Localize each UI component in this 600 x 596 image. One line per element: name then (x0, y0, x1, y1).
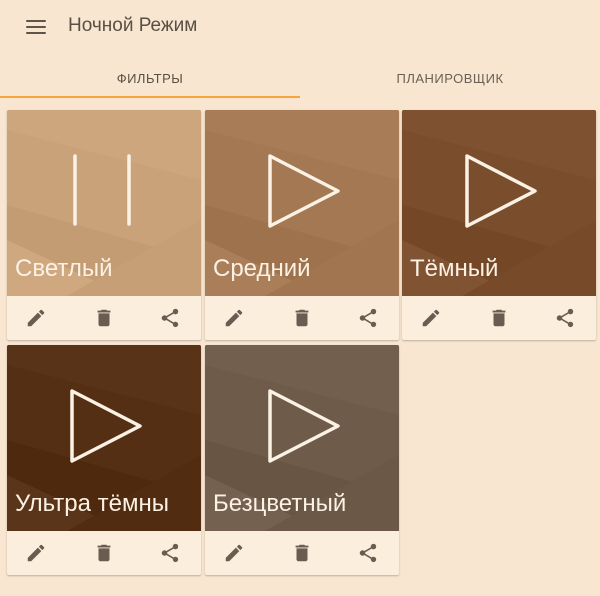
play-icon (268, 389, 340, 463)
edit-button[interactable] (223, 307, 245, 329)
trash-icon (93, 544, 115, 568)
tab-filters[interactable]: ФИЛЬТРЫ (0, 58, 300, 98)
share-button[interactable] (357, 542, 379, 564)
trash-icon (291, 309, 313, 333)
filter-toggle[interactable]: Безцветный (205, 345, 399, 531)
delete-button[interactable] (488, 307, 510, 329)
edit-button[interactable] (420, 307, 442, 329)
card-actions (7, 531, 201, 575)
trash-icon (291, 544, 313, 568)
filter-name: Безцветный (213, 490, 347, 517)
card-actions (205, 296, 399, 340)
share-button[interactable] (554, 307, 576, 329)
active-tab-indicator (0, 96, 300, 98)
pause-icon (73, 154, 131, 226)
play-icon (268, 154, 340, 228)
filter-card-ultra-dark: Ультра тёмны (7, 345, 201, 575)
play-icon (70, 389, 142, 463)
card-actions (7, 296, 201, 340)
delete-button[interactable] (291, 307, 313, 329)
pencil-icon (420, 309, 442, 333)
filter-toggle[interactable]: Ультра тёмны (7, 345, 201, 531)
menu-icon[interactable] (26, 19, 46, 35)
filter-card-medium: Средний (205, 110, 399, 340)
page-title: Ночной Режим (68, 15, 198, 36)
share-button[interactable] (159, 542, 181, 564)
app-bar: Ночной Режим (0, 0, 600, 54)
share-icon (159, 543, 181, 568)
filter-toggle[interactable]: Светлый (7, 110, 201, 296)
filter-card-dark: Тёмный (402, 110, 596, 340)
filter-toggle[interactable]: Средний (205, 110, 399, 296)
tab-scheduler[interactable]: ПЛАНИРОВЩИК (300, 58, 600, 98)
share-icon (159, 308, 181, 333)
share-icon (357, 308, 379, 333)
share-button[interactable] (357, 307, 379, 329)
filter-card-colorless: Безцветный (205, 345, 399, 575)
delete-button[interactable] (93, 542, 115, 564)
edit-button[interactable] (25, 307, 47, 329)
filter-name: Тёмный (410, 255, 499, 282)
pencil-icon (223, 309, 245, 333)
filter-name: Светлый (15, 255, 113, 282)
edit-button[interactable] (223, 542, 245, 564)
pencil-icon (25, 309, 47, 333)
share-icon (357, 543, 379, 568)
filter-card-light: Светлый (7, 110, 201, 340)
trash-icon (93, 309, 115, 333)
play-icon (465, 154, 537, 228)
tab-bar: ФИЛЬТРЫ ПЛАНИРОВЩИК (0, 58, 600, 100)
card-actions (402, 296, 596, 340)
share-icon (554, 308, 576, 333)
pencil-icon (25, 544, 47, 568)
filter-toggle[interactable]: Тёмный (402, 110, 596, 296)
share-button[interactable] (159, 307, 181, 329)
filter-name: Ультра тёмны (15, 490, 169, 517)
trash-icon (488, 309, 510, 333)
delete-button[interactable] (93, 307, 115, 329)
card-actions (205, 531, 399, 575)
edit-button[interactable] (25, 542, 47, 564)
pencil-icon (223, 544, 245, 568)
delete-button[interactable] (291, 542, 313, 564)
filter-name: Средний (213, 255, 311, 282)
